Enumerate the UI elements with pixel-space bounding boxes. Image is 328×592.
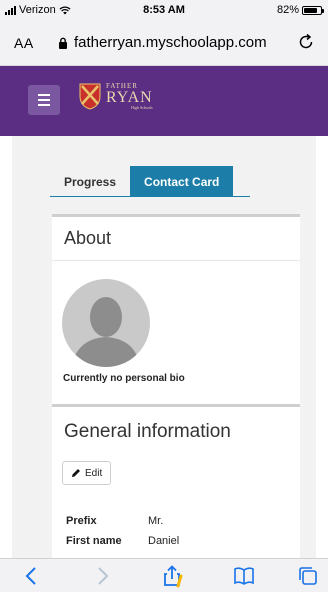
- field-label: First name: [66, 535, 122, 547]
- general-title: General information: [64, 421, 231, 442]
- field-label: Prefix: [66, 515, 97, 527]
- field-value: Mr.: [148, 515, 164, 527]
- bio-text: Currently no personal bio: [63, 373, 185, 384]
- tab-progress[interactable]: Progress: [50, 166, 130, 197]
- logo-line3: High Schools: [131, 104, 153, 110]
- battery-icon: [302, 5, 324, 15]
- tab-contact-card[interactable]: Contact Card: [130, 166, 234, 197]
- school-logo[interactable]: FATHER RYAN High Schools: [78, 82, 153, 110]
- forward-icon[interactable]: [90, 564, 114, 588]
- field-first-name: First name Daniel: [66, 535, 179, 547]
- menu-icon-bar: [38, 99, 50, 101]
- person-silhouette-icon: [72, 297, 140, 367]
- general-info-panel: General information Edit Prefix Mr. Firs…: [52, 404, 300, 558]
- app-header: FATHER RYAN High Schools: [0, 66, 328, 136]
- menu-icon-bar: [38, 94, 50, 96]
- status-bar: Verizon 8:53 AM 82%: [0, 0, 328, 22]
- page-content: Progress Contact Card About Currently no…: [0, 136, 328, 558]
- status-right: 82%: [276, 4, 324, 16]
- text-size-button[interactable]: AA: [14, 35, 34, 51]
- crest-icon: [79, 83, 101, 110]
- share-icon[interactable]: [160, 564, 184, 588]
- back-icon[interactable]: [20, 564, 44, 588]
- hamburger-menu-button[interactable]: [28, 85, 60, 115]
- logo-line2: RYAN: [106, 88, 153, 106]
- lock-icon: [59, 37, 67, 49]
- tabs-underline: [50, 196, 250, 197]
- browser-address-bar: AA fatherryan.myschoolapp.com: [0, 22, 328, 66]
- bookmarks-icon[interactable]: [232, 564, 256, 588]
- pencil-icon: [72, 469, 80, 477]
- menu-icon-bar: [38, 104, 50, 106]
- edit-button[interactable]: Edit: [62, 461, 112, 485]
- browser-toolbar: [0, 558, 328, 592]
- logo-text: FATHER RYAN High Schools: [106, 82, 153, 110]
- avatar: [62, 279, 150, 367]
- tabs-icon[interactable]: [296, 564, 320, 588]
- reload-icon[interactable]: [296, 32, 316, 52]
- battery-percent: 82%: [276, 4, 299, 16]
- url-text: fatherryan.myschoolapp.com: [74, 34, 267, 51]
- about-panel: About Currently no personal bio: [52, 214, 300, 404]
- edit-label: Edit: [85, 467, 103, 479]
- about-title: About: [52, 217, 300, 261]
- field-prefix: Prefix Mr.: [66, 515, 163, 527]
- profile-tabs: Progress Contact Card: [50, 166, 234, 197]
- field-value: Daniel: [148, 535, 180, 547]
- url-field[interactable]: fatherryan.myschoolapp.com: [58, 34, 267, 51]
